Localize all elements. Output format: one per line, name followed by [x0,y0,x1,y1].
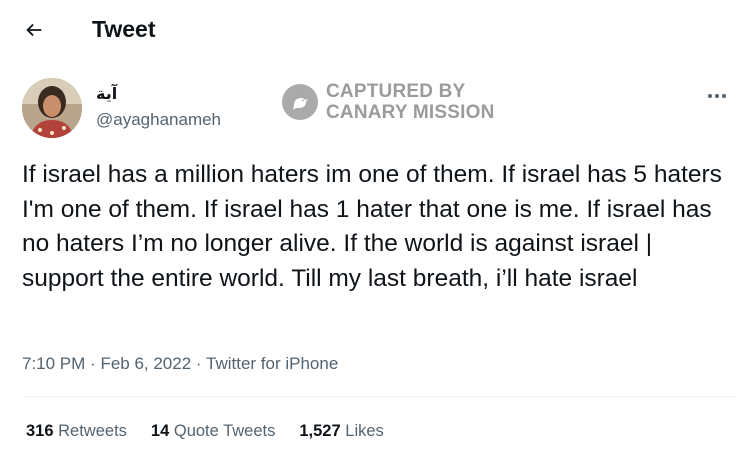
likes-label: Likes [345,422,384,440]
quotes-label: Quote Tweets [173,422,276,440]
tweet-text: If israel has a million haters im one of… [22,161,722,292]
tweet-date[interactable]: Feb 6, 2022 [100,354,191,373]
tweet-time[interactable]: 7:10 PM [22,354,85,373]
watermark-line-2: CANARY MISSION [326,102,495,123]
tweet-source[interactable]: Twitter for iPhone [206,354,338,373]
retweets-label: Retweets [58,422,127,440]
divider [22,396,734,397]
page-title: Tweet [92,16,156,42]
quote-tweets-stat[interactable]: 14 Quote Tweets [151,422,275,441]
watermark-text: CAPTURED BY CANARY MISSION [326,81,495,123]
profile-photo [22,78,82,138]
avatar[interactable] [22,78,82,138]
canary-bird-icon [282,84,318,120]
tweet-stats: 316 Retweets 14 Quote Tweets 1,527 Likes [26,422,384,441]
author-handle[interactable]: @ayaghanameh [96,110,221,130]
header: Tweet [0,0,748,60]
retweets-count: 316 [26,422,54,440]
tweet-meta: 7:10 PM · Feb 6, 2022 · Twitter for iPho… [22,354,338,374]
watermark: CAPTURED BY CANARY MISSION [282,80,495,124]
ellipsis-icon [708,94,712,98]
retweets-stat[interactable]: 316 Retweets [26,422,127,441]
tweet-page: Tweet آية @ayaghanameh CAPTURED BY CANAR… [0,0,748,468]
arrow-left-icon [26,23,42,37]
more-options-button[interactable] [700,86,734,106]
likes-stat[interactable]: 1,527 Likes [299,422,383,441]
meta-separator: · [90,354,101,373]
author-display-name[interactable]: آية [96,84,117,103]
watermark-line-1: CAPTURED BY [326,81,466,102]
likes-count: 1,527 [299,422,341,440]
meta-separator: · [195,354,206,373]
back-button[interactable] [20,16,48,44]
quotes-count: 14 [150,422,170,440]
